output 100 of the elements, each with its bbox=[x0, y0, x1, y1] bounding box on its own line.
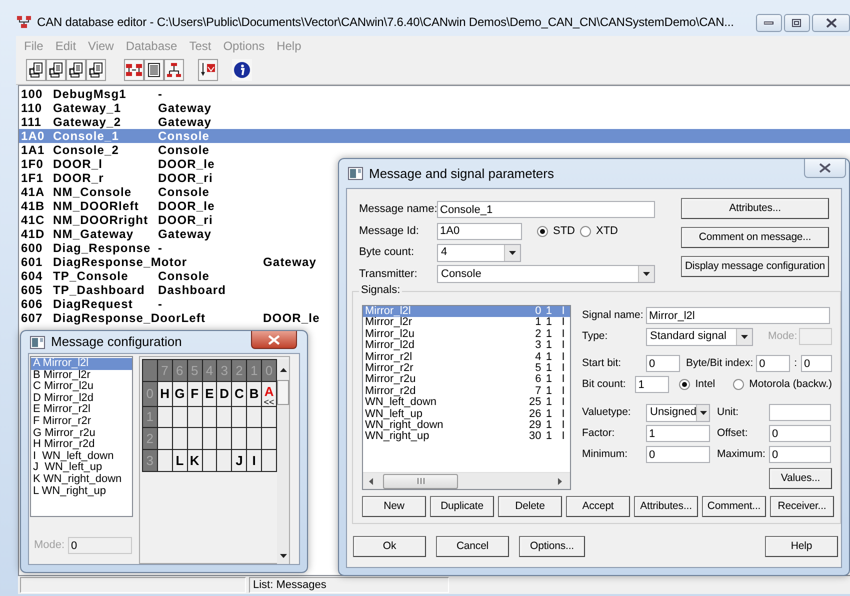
input-field[interactable]: Console_1 bbox=[437, 201, 655, 218]
message-row[interactable]: 111 Gateway_2 Gateway bbox=[19, 115, 212, 129]
message-row[interactable]: 41A NM_Console Console bbox=[19, 185, 210, 199]
toolbar-button[interactable] bbox=[124, 59, 144, 81]
toolbar-button[interactable] bbox=[66, 59, 86, 81]
message-row[interactable]: 605 TP_Dashboard Dashboard bbox=[19, 283, 226, 297]
dialog-button[interactable]: Comment on message... bbox=[681, 227, 829, 248]
radio-button[interactable] bbox=[580, 226, 591, 237]
scrollbar[interactable] bbox=[277, 359, 289, 564]
dropdown[interactable]: 4 bbox=[437, 244, 521, 262]
signal-row[interactable]: Mirror_r2r 5 1 I bbox=[363, 362, 570, 374]
input-field[interactable]: 0 bbox=[646, 446, 710, 463]
dialog-button[interactable]: Comment... bbox=[702, 496, 766, 517]
dropdown[interactable]: Console bbox=[437, 265, 655, 284]
signal-item[interactable]: B Mirror_l2r bbox=[31, 370, 132, 382]
minimize-button[interactable] bbox=[756, 14, 782, 32]
dialog-button[interactable]: Display message configuration bbox=[681, 256, 829, 277]
close-button[interactable] bbox=[251, 331, 297, 349]
toolbar-button[interactable] bbox=[164, 59, 184, 81]
dialog-button[interactable]: Duplicate bbox=[430, 496, 494, 517]
signal-item[interactable]: F Mirror_r2r bbox=[31, 416, 132, 428]
dialog-button[interactable]: Options... bbox=[519, 536, 585, 557]
message-row[interactable]: 1A1 Console_2 Console bbox=[19, 143, 210, 157]
message-row[interactable]: 606 DiagRequest - bbox=[19, 297, 163, 311]
dropdown[interactable]: Standard signal bbox=[646, 328, 753, 346]
message-row[interactable]: 100 DebugMsg1 - bbox=[19, 87, 163, 101]
input-field[interactable]: 0 bbox=[801, 355, 832, 372]
close-button[interactable] bbox=[804, 159, 846, 178]
message-row[interactable]: 600 Diag_Response - bbox=[19, 241, 163, 255]
dialog-button[interactable]: Receiver... bbox=[770, 496, 834, 517]
toolbar-button[interactable] bbox=[46, 59, 66, 81]
input-field[interactable] bbox=[769, 404, 831, 421]
document-arrow-icon bbox=[28, 62, 44, 78]
message-row[interactable]: 604 TP_Console Console bbox=[19, 269, 210, 283]
signal-item[interactable]: K WN_right_down bbox=[31, 474, 132, 486]
scroll-down-icon[interactable] bbox=[280, 554, 286, 558]
radio-button[interactable] bbox=[537, 226, 548, 237]
scrollbar[interactable] bbox=[363, 472, 570, 489]
input-field[interactable]: 0 bbox=[646, 355, 680, 372]
signal-row[interactable]: WN_right_down 29 1 I bbox=[363, 420, 570, 432]
signal-item[interactable]: I WN_left_down bbox=[31, 450, 132, 462]
signal-row[interactable]: Mirror_r2d 7 1 I bbox=[363, 386, 570, 398]
signal-item[interactable]: J WN_left_up bbox=[31, 462, 132, 474]
signal-item[interactable]: H Mirror_r2d bbox=[31, 439, 132, 451]
input-field[interactable]: 0 bbox=[769, 425, 831, 442]
radio-button[interactable] bbox=[679, 379, 690, 390]
message-row[interactable]: 110 Gateway_1 Gateway bbox=[19, 101, 212, 115]
scroll-thumb[interactable] bbox=[383, 474, 458, 488]
signal-row[interactable]: Mirror_r2l 4 1 I bbox=[363, 352, 570, 363]
signal-item[interactable]: C Mirror_l2u bbox=[31, 381, 132, 393]
message-row[interactable]: 41D NM_Gateway Gateway bbox=[19, 227, 212, 241]
toolbar-button[interactable] bbox=[198, 59, 218, 81]
signal-item[interactable]: E Mirror_r2l bbox=[31, 404, 132, 416]
dialog-button[interactable]: Attributes... bbox=[681, 198, 829, 219]
radio-button[interactable] bbox=[733, 379, 744, 390]
input-field[interactable]: 1 bbox=[646, 425, 710, 442]
dialog-button[interactable]: New bbox=[362, 496, 426, 517]
signal-row[interactable]: WN_left_down 25 1 I bbox=[363, 397, 570, 409]
dialog-button[interactable]: Help bbox=[765, 536, 838, 557]
input-field[interactable]: Mirror_l2l bbox=[646, 307, 830, 324]
toolbar-button[interactable] bbox=[144, 59, 164, 81]
scroll-thumb[interactable] bbox=[277, 380, 289, 405]
dialog-button[interactable]: Cancel bbox=[436, 536, 509, 557]
dialog-button[interactable]: Delete bbox=[498, 496, 562, 517]
scroll-left-icon[interactable] bbox=[369, 478, 373, 484]
radio-label: STD bbox=[553, 224, 575, 238]
message-row[interactable]: 601 DiagResponse_Motor Gateway bbox=[19, 255, 317, 269]
input-field[interactable]: 0 bbox=[756, 355, 790, 372]
dialog-button[interactable]: Ok bbox=[353, 536, 426, 557]
message-row[interactable]: 41C NM_DOORright DOOR_ri bbox=[19, 213, 213, 227]
toolbar-button[interactable] bbox=[26, 59, 46, 81]
toolbar-button[interactable] bbox=[86, 59, 106, 81]
bit-cell[interactable]: G bbox=[172, 381, 188, 406]
message-row[interactable]: 607 DiagResponse_DoorLeft DOOR_le bbox=[19, 311, 320, 325]
signal-row[interactable]: WN_right_up 30 1 I bbox=[363, 431, 570, 443]
input-field[interactable]: 1 bbox=[635, 376, 670, 393]
signal-row[interactable]: Mirror_r2u 6 1 I bbox=[363, 374, 570, 386]
close-button[interactable] bbox=[812, 14, 850, 32]
dropdown[interactable]: Unsigned bbox=[646, 404, 710, 422]
message-row[interactable]: 1F0 DOOR_l DOOR_le bbox=[19, 157, 215, 171]
signal-item[interactable]: G Mirror_r2u bbox=[31, 428, 132, 440]
scroll-right-icon[interactable] bbox=[558, 478, 562, 484]
maximize-button[interactable] bbox=[784, 14, 810, 32]
field-label: Minimum: bbox=[582, 448, 629, 461]
bit-cell[interactable]: A << bbox=[262, 381, 276, 406]
scroll-up-icon[interactable] bbox=[280, 368, 286, 372]
signal-row[interactable]: Mirror_l2r 1 1 I bbox=[363, 317, 570, 329]
signal-item[interactable]: L WN_right_up bbox=[31, 486, 132, 498]
message-row[interactable]: 41B NM_DOORleft DOOR_le bbox=[19, 199, 215, 213]
input-field[interactable]: 1A0 bbox=[437, 222, 522, 240]
signal-item[interactable]: D Mirror_l2d bbox=[31, 392, 132, 404]
signal-row[interactable]: WN_left_up 26 1 I bbox=[363, 408, 570, 420]
message-row[interactable]: 1F1 DOOR_r DOOR_ri bbox=[19, 171, 213, 185]
dialog-button[interactable]: Accept bbox=[566, 496, 630, 517]
input-field[interactable]: 0 bbox=[769, 446, 831, 463]
toolbar-button[interactable] bbox=[232, 59, 252, 81]
dialog-button[interactable]: Attributes... bbox=[634, 496, 698, 517]
dialog-button[interactable]: Values... bbox=[769, 468, 832, 489]
signal-row[interactable]: Mirror_l2u 2 1 I bbox=[363, 328, 570, 340]
signal-row[interactable]: Mirror_l2d 3 1 I bbox=[363, 340, 570, 352]
